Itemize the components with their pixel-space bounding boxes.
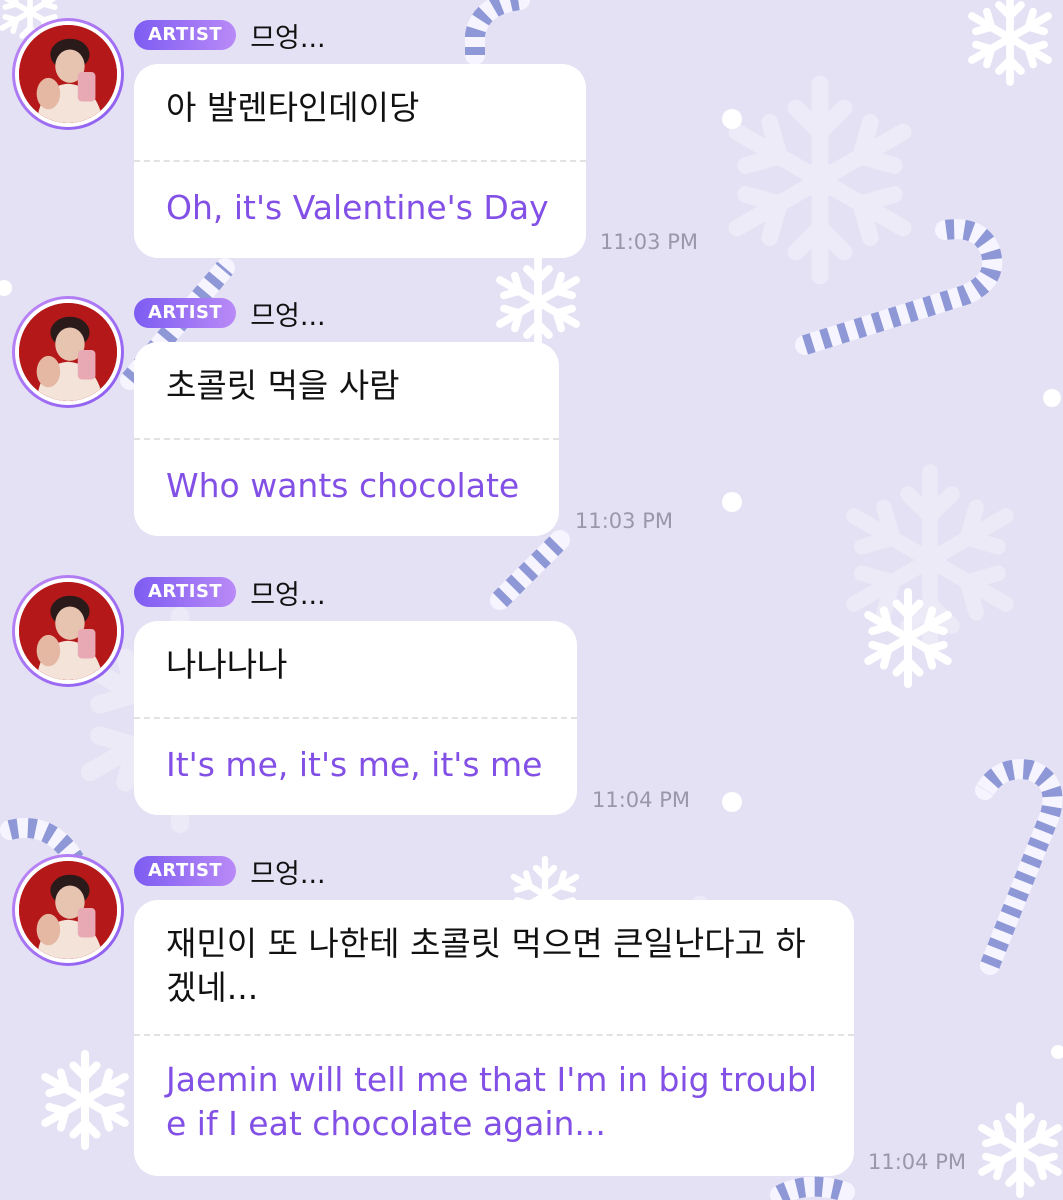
message-bubble[interactable]: 아 발렌타인데이당 Oh, it's Valentine's Day — [134, 64, 586, 258]
original-text: 나나나나 — [166, 645, 288, 684]
timestamp: 11:03 PM — [575, 509, 673, 533]
chat-message: ARTIST 므엉... 아 발렌타인데이당 Oh, it's Valentin… — [0, 0, 1063, 260]
translation-text: Jaemin will tell me that I'm in big trou… — [166, 1060, 818, 1143]
sender-name: 므엉... — [250, 22, 326, 54]
divider — [134, 717, 577, 719]
divider — [134, 1034, 854, 1036]
avatar[interactable] — [12, 854, 124, 966]
divider — [134, 160, 586, 162]
artist-badge: ARTIST — [134, 20, 237, 50]
sender-name: 므엉... — [250, 300, 326, 332]
timestamp: 11:04 PM — [592, 788, 690, 812]
artist-profile-photo — [19, 25, 117, 123]
message-bubble[interactable]: 나나나나 It's me, it's me, it's me — [134, 621, 577, 815]
timestamp: 11:04 PM — [868, 1150, 966, 1174]
translation-text: It's me, it's me, it's me — [166, 745, 543, 784]
translation-text: Oh, it's Valentine's Day — [166, 188, 549, 227]
sender-name: 므엉... — [250, 858, 326, 890]
chat-message: ARTIST 므엉... 나나나나 It's me, it's me, it's… — [0, 557, 1063, 817]
artist-badge: ARTIST — [134, 577, 237, 607]
message-bubble[interactable]: 재민이 또 나한테 초콜릿 먹으면 큰일난다고 하겠네... Jaemin wi… — [134, 900, 854, 1176]
artist-profile-photo — [19, 861, 117, 959]
artist-profile-photo — [19, 303, 117, 401]
divider — [134, 438, 559, 440]
chat-message: ARTIST 므엉... 초콜릿 먹을 사람 Who wants chocola… — [0, 278, 1063, 538]
message-bubble[interactable]: 초콜릿 먹을 사람 Who wants chocolate — [134, 342, 559, 536]
artist-badge: ARTIST — [134, 856, 237, 886]
sender-name: 므엉... — [250, 579, 326, 611]
original-text: 재민이 또 나한테 초콜릿 먹으면 큰일난다고 하겠네... — [166, 924, 806, 1007]
original-text: 아 발렌타인데이당 — [166, 88, 420, 127]
original-text: 초콜릿 먹을 사람 — [166, 366, 400, 405]
artist-badge: ARTIST — [134, 298, 237, 328]
chat-message: ARTIST 므엉... 재민이 또 나한테 초콜릿 먹으면 큰일난다고 하겠네… — [0, 836, 1063, 1200]
avatar[interactable] — [12, 296, 124, 408]
timestamp: 11:03 PM — [600, 230, 698, 254]
artist-profile-photo — [19, 582, 117, 680]
avatar[interactable] — [12, 18, 124, 130]
translation-text: Who wants chocolate — [166, 466, 520, 505]
avatar[interactable] — [12, 575, 124, 687]
